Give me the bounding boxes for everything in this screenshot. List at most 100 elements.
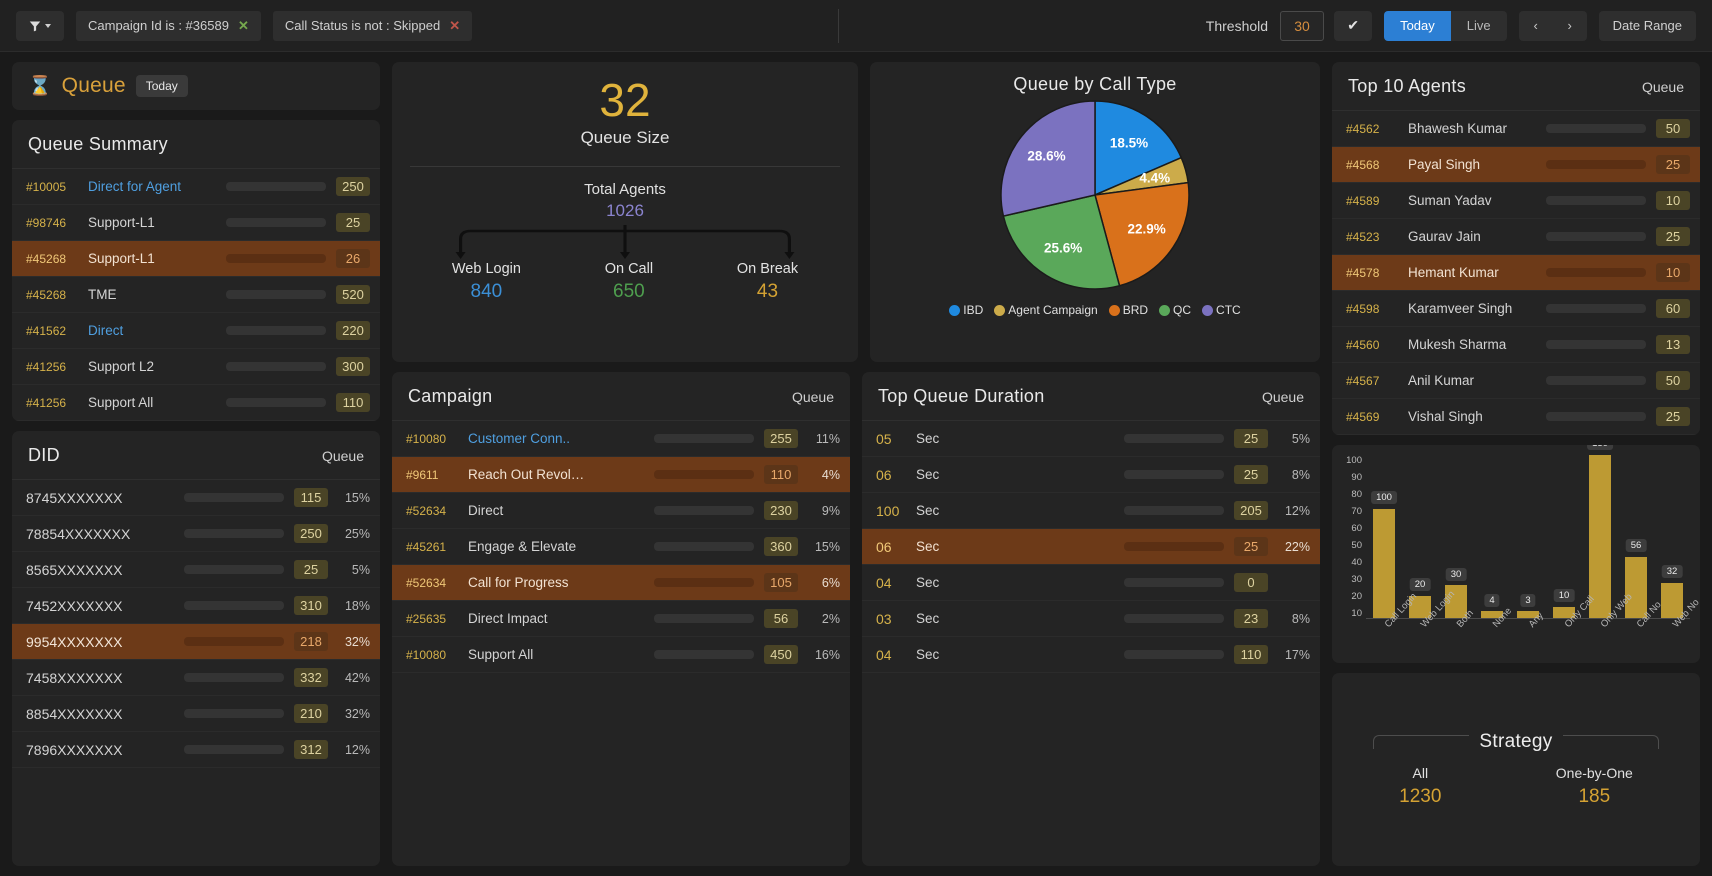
row-progress-bar bbox=[1124, 614, 1224, 623]
filter-chip-call-status[interactable]: Call Status is not : Skipped ✕ bbox=[272, 10, 473, 41]
x-tick: Call Login bbox=[1373, 591, 1419, 659]
table-row[interactable]: 78854XXXXXXX 250 25% bbox=[12, 516, 380, 552]
legend-item[interactable]: BRD bbox=[1108, 303, 1148, 317]
row-value: 50 bbox=[1656, 119, 1690, 138]
table-row[interactable]: #41562 Direct 220 bbox=[12, 313, 380, 349]
close-icon[interactable]: ✕ bbox=[449, 18, 460, 34]
strategy-title-wrap: Strategy bbox=[1373, 731, 1659, 753]
threshold-input[interactable]: 30 bbox=[1280, 10, 1325, 41]
table-row[interactable]: #4589 Suman Yadav 10 bbox=[1332, 183, 1700, 219]
table-row[interactable]: 8854XXXXXXX 210 32% bbox=[12, 696, 380, 732]
table-row[interactable]: #25635 Direct Impact 56 2% bbox=[392, 601, 850, 637]
next-button[interactable]: › bbox=[1553, 11, 1587, 41]
queue-summary-card: Queue Summary #10005 Direct for Agent 250 #… bbox=[12, 120, 380, 421]
row-progress-bar bbox=[184, 529, 284, 538]
table-row[interactable]: #4562 Bhawesh Kumar 50 bbox=[1332, 111, 1700, 147]
legend-item[interactable]: CTC bbox=[1202, 303, 1241, 317]
table-row[interactable]: 04 Sec 0 bbox=[862, 565, 1320, 601]
table-row[interactable]: #10080 Customer Conn.. 255 11% bbox=[392, 421, 850, 457]
strategy-value: 1230 bbox=[1399, 786, 1442, 807]
row-progress-bar bbox=[654, 506, 754, 515]
leg-value: 840 bbox=[470, 281, 503, 303]
bar-column[interactable]: 10 bbox=[1553, 455, 1575, 618]
table-row[interactable]: #45268 Support-L1 26 bbox=[12, 241, 380, 277]
table-row[interactable]: #52634 Direct 230 9% bbox=[392, 493, 850, 529]
bar-value-label: 4 bbox=[1484, 593, 1500, 607]
top-agents-title: Top 10 Agents bbox=[1348, 76, 1466, 96]
table-row[interactable]: 03 Sec 23 8% bbox=[862, 601, 1320, 637]
table-row[interactable]: #4598 Karamveer Singh 60 bbox=[1332, 291, 1700, 327]
bar-column[interactable]: 100 bbox=[1371, 455, 1397, 618]
row-id: #45268 bbox=[26, 251, 67, 266]
table-row[interactable]: 7458XXXXXXX 332 42% bbox=[12, 660, 380, 696]
table-row[interactable]: 8565XXXXXXX 25 5% bbox=[12, 552, 380, 588]
table-row[interactable]: #52634 Call for Progress 105 6% bbox=[392, 565, 850, 601]
table-row[interactable]: #4560 Mukesh Sharma 13 bbox=[1332, 327, 1700, 363]
row-label: Call for Progress bbox=[468, 575, 569, 590]
row-id: #45268 bbox=[26, 287, 67, 302]
y-tick-label: 80 bbox=[1351, 489, 1362, 500]
bar-column[interactable]: 150 bbox=[1587, 445, 1613, 618]
row-value: 255 bbox=[764, 429, 798, 448]
table-row[interactable]: #45268 TME 520 bbox=[12, 277, 380, 313]
tab-today[interactable]: Today bbox=[1384, 10, 1451, 41]
table-row[interactable]: #4568 Payal Singh 25 bbox=[1332, 147, 1700, 183]
row-id: #4578 bbox=[1346, 265, 1380, 280]
did-list: 8745XXXXXXX 115 15% 78854XXXXXXX 250 25% 8565X… bbox=[12, 480, 380, 768]
table-row[interactable]: 7896XXXXXXX 312 12% bbox=[12, 732, 380, 768]
table-row[interactable]: 05 Sec 25 5% bbox=[862, 421, 1320, 457]
row-label: TME bbox=[88, 287, 117, 302]
table-row[interactable]: #4523 Gaurav Jain 25 bbox=[1332, 219, 1700, 255]
table-row[interactable]: #41256 Support L2 300 bbox=[12, 349, 380, 385]
table-row[interactable]: #10080 Support All 450 16% bbox=[392, 637, 850, 673]
date-range-button[interactable]: Date Range bbox=[1598, 10, 1697, 41]
row-id: #52634 bbox=[406, 575, 447, 590]
table-row[interactable]: 100 Sec 205 12% bbox=[862, 493, 1320, 529]
row-value: 23 bbox=[1234, 609, 1268, 628]
bar-column[interactable]: 3 bbox=[1517, 455, 1539, 618]
tab-live[interactable]: Live bbox=[1450, 10, 1507, 41]
table-row[interactable]: #9611 Reach Out Revol… 110 4% bbox=[392, 457, 850, 493]
table-row[interactable]: 7452XXXXXXX 310 18% bbox=[12, 588, 380, 624]
bar-column[interactable]: 32 bbox=[1661, 455, 1683, 618]
table-row[interactable]: 04 Sec 110 17% bbox=[862, 637, 1320, 673]
bar-column[interactable]: 4 bbox=[1481, 455, 1503, 618]
row-progress-bar bbox=[1546, 160, 1646, 169]
row-value: 56 bbox=[764, 609, 798, 628]
row-label: Anil Kumar bbox=[1408, 373, 1475, 388]
agent-branch-diagram bbox=[410, 225, 840, 261]
table-row[interactable]: #98746 Support-L1 25 bbox=[12, 205, 380, 241]
row-label: Reach Out Revol… bbox=[468, 467, 585, 482]
row-value: 115 bbox=[294, 488, 328, 507]
row-value: 205 bbox=[1234, 501, 1268, 520]
table-row[interactable]: #4578 Hemant Kumar 10 bbox=[1332, 255, 1700, 291]
table-row[interactable]: 06 Sec 25 22% bbox=[862, 529, 1320, 565]
queue-header-card: ⌛ Queue Today bbox=[12, 62, 380, 110]
bar bbox=[1373, 509, 1395, 618]
legend-item[interactable]: QC bbox=[1159, 303, 1191, 317]
table-row[interactable]: #4567 Anil Kumar 50 bbox=[1332, 363, 1700, 399]
table-row[interactable]: 9954XXXXXXX 218 32% bbox=[12, 624, 380, 660]
queue-summary-title: Queue Summary bbox=[28, 134, 168, 154]
filter-button[interactable] bbox=[16, 10, 64, 41]
pie-slice-label: 25.6% bbox=[1043, 240, 1083, 256]
threshold-confirm-button[interactable]: ✔ bbox=[1334, 10, 1373, 41]
row-progress-bar bbox=[1124, 578, 1224, 587]
table-row[interactable]: 8745XXXXXXX 115 15% bbox=[12, 480, 380, 516]
row-percent: 9% bbox=[821, 503, 840, 518]
table-row[interactable]: #45261 Engage & Elevate 360 15% bbox=[392, 529, 850, 565]
prev-button[interactable]: ‹ bbox=[1519, 11, 1553, 41]
table-row[interactable]: #41256 Support All 110 bbox=[12, 385, 380, 421]
row-label: 9954XXXXXXX bbox=[26, 633, 123, 650]
row-label: Sec bbox=[916, 467, 940, 482]
legend-item[interactable]: IBD bbox=[949, 303, 983, 317]
legend-item[interactable]: Agent Campaign bbox=[994, 303, 1098, 317]
bar-chart-plot: 100 20 30 4 3 10 150 56 32 Call LoginWeb LoginBo… bbox=[1366, 445, 1700, 659]
queue-duration-title: Top Queue Duration bbox=[878, 386, 1045, 406]
table-row[interactable]: #4569 Vishal Singh 25 bbox=[1332, 399, 1700, 435]
filter-chip-campaign-id[interactable]: Campaign Id is : #36589 ✕ bbox=[76, 10, 261, 41]
pie-slice-label: 4.4% bbox=[1139, 170, 1171, 186]
close-icon[interactable]: ✕ bbox=[238, 18, 249, 34]
table-row[interactable]: #10005 Direct for Agent 250 bbox=[12, 169, 380, 205]
table-row[interactable]: 06 Sec 25 8% bbox=[862, 457, 1320, 493]
